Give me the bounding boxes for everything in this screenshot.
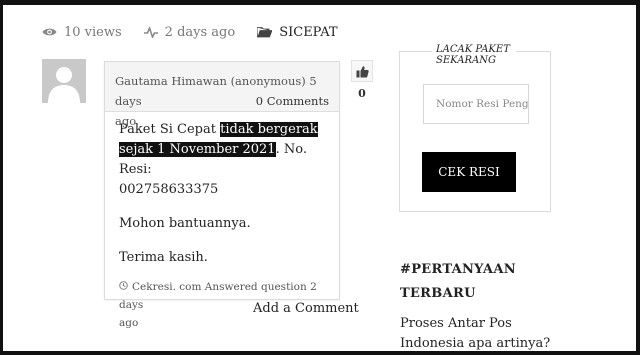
folder-icon [257, 27, 273, 38]
posted-meta: 2 days ago [143, 24, 236, 40]
add-comment-link[interactable]: Add a Comment [253, 301, 359, 316]
resi-number: 002758633375 [119, 182, 219, 197]
question-body: Paket Si Cepat tidak bergerak sejak 1 No… [105, 112, 339, 332]
posted-time: 2 days ago [164, 24, 236, 40]
thumbs-up-icon [356, 65, 369, 77]
clock-icon [119, 281, 128, 290]
activity-icon [143, 26, 158, 38]
views-meta: 10 views [42, 25, 122, 40]
window-frame-right [636, 0, 640, 355]
tracking-widget: LACAK PAKET SEKARANG CEK RESI [399, 44, 551, 212]
widget-title: LACAK PAKET SEKARANG [432, 44, 516, 66]
eye-icon [42, 28, 57, 36]
sidebar-heading: #PERTANYAAN TERBARU [400, 262, 516, 301]
cek-resi-button[interactable]: CEK RESI [422, 152, 516, 192]
avatar-icon [42, 59, 86, 103]
answered-age: ago [119, 317, 139, 329]
comments-link[interactable]: 0 Comments [256, 91, 329, 111]
question-paragraph-2: Mohon bantuannya. [119, 216, 251, 231]
question-header: Gautama Himawan (anonymous) 5 days ago 0… [105, 62, 339, 128]
vote-widget: 0 [351, 60, 373, 100]
category-meta[interactable]: SICEPAT [257, 25, 338, 40]
upvote-button[interactable] [351, 60, 373, 82]
question-paragraph-3: Terima kasih. [119, 250, 208, 265]
avatar [42, 59, 86, 103]
category-link[interactable]: SICEPAT [279, 25, 337, 40]
views-count: 10 views [64, 24, 122, 40]
window-frame-top [0, 0, 640, 5]
question-card: Gautama Himawan (anonymous) 5 days ago 0… [104, 61, 340, 329]
question-meta: 10 views 2 days ago SICEPAT [42, 22, 360, 42]
vote-count: 0 [358, 87, 366, 100]
sidebar-question-link[interactable]: Proses Antar Pos Indonesia apa artinya? [400, 314, 560, 354]
question-age: ago [115, 114, 137, 128]
resi-input[interactable] [423, 84, 529, 124]
window-frame-left [0, 0, 3, 355]
question-paragraph-1: Paket Si Cepat tidak bergerak sejak 1 No… [119, 120, 325, 200]
